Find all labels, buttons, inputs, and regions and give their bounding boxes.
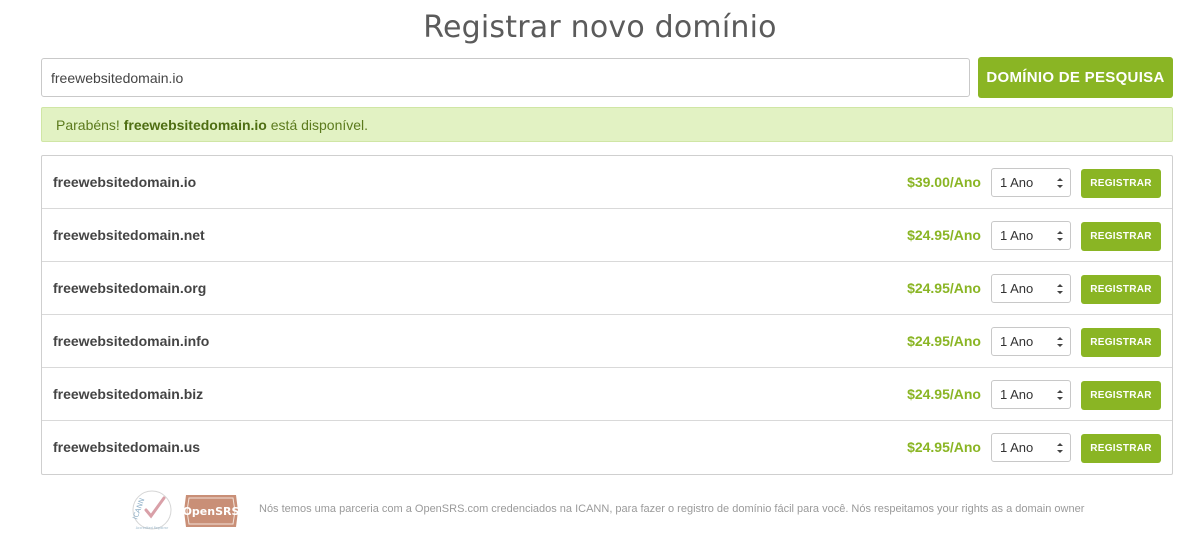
- icann-accredited-logo: ICANN Accredited Registrar: [131, 490, 172, 530]
- domain-price: $24.95/Ano: [907, 439, 981, 455]
- footer: ICANN Accredited Registrar OpenSRS Nós t…: [128, 488, 1128, 532]
- domain-price: $24.95/Ano: [907, 227, 981, 243]
- select-arrows-icon: [1057, 178, 1063, 188]
- period-select[interactable]: 1 Ano: [991, 433, 1071, 462]
- period-select[interactable]: 1 Ano: [991, 274, 1071, 303]
- alert-domain: freewebsitedomain.io: [123, 117, 267, 133]
- domain-price: $24.95/Ano: [907, 333, 981, 349]
- availability-alert: Parabéns! freewebsitedomain.io está disp…: [41, 107, 1173, 142]
- domain-price: $24.95/Ano: [907, 280, 981, 296]
- domain-name: freewebsitedomain.us: [53, 439, 201, 455]
- select-arrows-icon: [1057, 390, 1063, 400]
- period-select[interactable]: 1 Ano: [991, 221, 1071, 250]
- period-value: 1 Ano: [1000, 440, 1034, 455]
- svg-text:OpenSRS: OpenSRS: [183, 505, 240, 518]
- register-button[interactable]: REGISTRAR: [1081, 275, 1161, 304]
- period-select[interactable]: 1 Ano: [991, 380, 1071, 409]
- page-title: Registrar novo domínio: [423, 10, 777, 45]
- alert-prefix: Parabéns!: [56, 117, 124, 133]
- register-button[interactable]: REGISTRAR: [1081, 222, 1161, 251]
- opensrs-logo: OpenSRS: [183, 495, 240, 527]
- search-domain-button[interactable]: DOMÍNIO DE PESQUISA: [978, 57, 1173, 98]
- select-arrows-icon: [1057, 284, 1063, 294]
- domain-search-input[interactable]: [41, 58, 970, 97]
- period-select[interactable]: 1 Ano: [991, 168, 1071, 197]
- domain-row: freewebsitedomain.biz $24.95/Ano 1 Ano R…: [42, 368, 1172, 421]
- period-value: 1 Ano: [1000, 334, 1034, 349]
- select-arrows-icon: [1057, 337, 1063, 347]
- svg-text:ICANN: ICANN: [131, 497, 146, 521]
- register-button[interactable]: REGISTRAR: [1081, 169, 1161, 198]
- period-value: 1 Ano: [1000, 175, 1034, 190]
- domain-name: freewebsitedomain.net: [53, 227, 205, 243]
- alert-suffix: está disponível.: [266, 117, 369, 133]
- domain-name: freewebsitedomain.biz: [53, 386, 204, 402]
- period-value: 1 Ano: [1000, 387, 1034, 402]
- domain-name: freewebsitedomain.io: [53, 174, 197, 190]
- domain-results-list: freewebsitedomain.io $39.00/Ano 1 Ano RE…: [41, 155, 1173, 475]
- domain-name: freewebsitedomain.org: [53, 280, 207, 296]
- period-value: 1 Ano: [1000, 281, 1034, 296]
- select-arrows-icon: [1057, 231, 1063, 241]
- register-button[interactable]: REGISTRAR: [1081, 434, 1161, 463]
- domain-row: freewebsitedomain.io $39.00/Ano 1 Ano RE…: [42, 156, 1172, 209]
- svg-text:Accredited Registrar: Accredited Registrar: [136, 526, 169, 530]
- footer-partner-text: Nós temos uma parceria com a OpenSRS.com…: [259, 503, 1085, 515]
- register-button[interactable]: REGISTRAR: [1081, 381, 1161, 410]
- domain-row: freewebsitedomain.us $24.95/Ano 1 Ano RE…: [42, 421, 1172, 474]
- domain-row: freewebsitedomain.net $24.95/Ano 1 Ano R…: [42, 209, 1172, 262]
- period-value: 1 Ano: [1000, 228, 1034, 243]
- domain-name: freewebsitedomain.info: [53, 333, 210, 349]
- domain-row: freewebsitedomain.info $24.95/Ano 1 Ano …: [42, 315, 1172, 368]
- domain-price: $24.95/Ano: [907, 386, 981, 402]
- domain-price: $39.00/Ano: [907, 174, 981, 190]
- period-select[interactable]: 1 Ano: [991, 327, 1071, 356]
- domain-row: freewebsitedomain.org $24.95/Ano 1 Ano R…: [42, 262, 1172, 315]
- register-button[interactable]: REGISTRAR: [1081, 328, 1161, 357]
- select-arrows-icon: [1057, 443, 1063, 453]
